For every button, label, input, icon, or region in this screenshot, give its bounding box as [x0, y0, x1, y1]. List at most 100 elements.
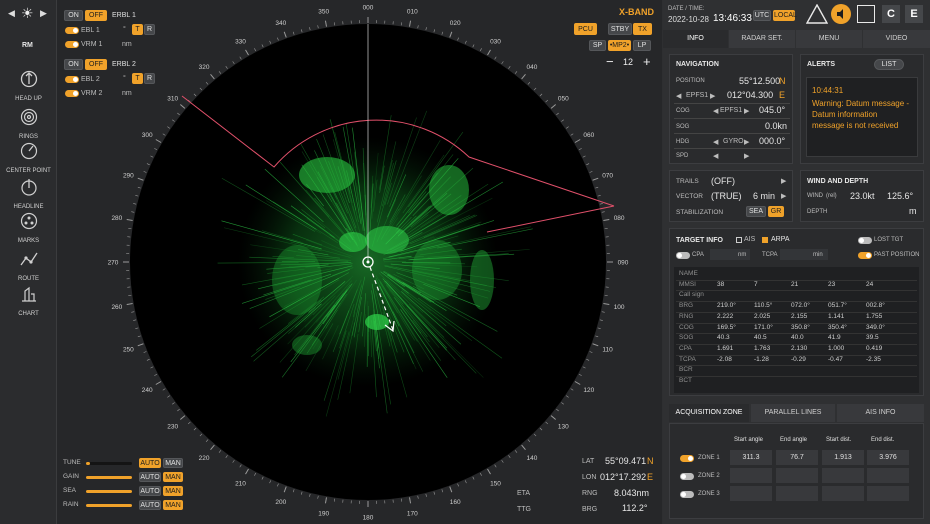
target-cell[interactable]: 1.755 [866, 313, 882, 320]
zone-value-field[interactable]: 1.913 [822, 450, 864, 465]
target-cell[interactable]: 171.0° [754, 324, 773, 331]
zone-toggle[interactable] [680, 491, 694, 498]
long-pulse-button[interactable]: LP [633, 40, 651, 51]
hdg-next-icon[interactable]: ▶ [744, 138, 749, 146]
alarm-triangle-icon[interactable] [806, 4, 828, 24]
zone-value-field[interactable] [867, 486, 909, 501]
target-cell[interactable]: 2.130 [791, 345, 807, 352]
target-cell[interactable]: 21 [791, 281, 798, 288]
mute-button[interactable] [831, 4, 851, 24]
tab-video[interactable]: VIDEO [863, 30, 930, 48]
target-cell[interactable]: 002.8° [866, 302, 885, 309]
target-cell[interactable]: -0.47 [828, 356, 843, 363]
cog-next-icon[interactable]: ▶ [744, 107, 749, 115]
manual-button[interactable]: MAN [163, 500, 183, 510]
target-cell[interactable]: -1.28 [754, 356, 769, 363]
target-cell[interactable]: 39.5 [866, 334, 879, 341]
target-cell[interactable]: 219.0° [717, 302, 736, 309]
target-cell[interactable]: 350.4° [828, 324, 847, 331]
auto-button[interactable]: AUTO [139, 458, 161, 468]
range-increase-button[interactable]: + [643, 54, 651, 69]
alerts-list-button[interactable]: LIST [874, 59, 904, 70]
stab-ground-button[interactable]: GR [768, 206, 784, 217]
epfs-next-icon[interactable]: ▶ [710, 92, 715, 100]
past-position-toggle[interactable] [858, 252, 872, 259]
target-cell[interactable]: 1.691 [717, 345, 733, 352]
tab-acquisition-zone[interactable]: ACQUISITION ZONE [669, 404, 749, 422]
zone-value-field[interactable] [776, 486, 818, 501]
transmit-button[interactable]: TX [633, 23, 652, 35]
target-cell[interactable]: -0.29 [791, 356, 806, 363]
e-button[interactable]: E [905, 5, 923, 23]
ebl1-true-button[interactable]: T [132, 24, 143, 35]
center-point-button[interactable]: CENTER POINT [0, 142, 57, 174]
hdg-prev-icon[interactable]: ◀ [713, 138, 718, 146]
ebl2-relative-button[interactable]: R [144, 73, 155, 84]
manual-button[interactable]: MAN [163, 472, 183, 482]
target-cell[interactable]: 40.0 [791, 334, 804, 341]
spd-prev-icon[interactable]: ◀ [713, 152, 718, 160]
target-cell[interactable]: 23 [828, 281, 835, 288]
zone-value-field[interactable]: 76.7 [776, 450, 818, 465]
target-cell[interactable]: 41.9 [828, 334, 841, 341]
cog-prev-icon[interactable]: ◀ [713, 107, 718, 115]
range-mode-label[interactable]: RM [22, 42, 33, 49]
auto-button[interactable]: AUTO [139, 500, 161, 510]
pcu-button[interactable]: PCU [574, 23, 597, 35]
spd-next-icon[interactable]: ▶ [744, 152, 749, 160]
tab-radar-settings[interactable]: RADAR SET. [729, 30, 795, 48]
chevron-left-icon[interactable]: ◀ [8, 8, 15, 19]
brightness-control[interactable]: ◀ ☀ ▶ [8, 5, 50, 22]
headline-button[interactable]: HEADLINE [0, 178, 57, 210]
tab-parallel-lines[interactable]: PARALLEL LINES [751, 404, 835, 422]
target-cell[interactable]: 051.7° [828, 302, 847, 309]
ais-checkbox[interactable] [736, 237, 742, 243]
erbl1-on-button[interactable]: ON [64, 10, 83, 21]
trails-next-icon[interactable]: ▶ [781, 177, 786, 185]
target-cell[interactable]: -2.35 [866, 356, 881, 363]
tab-info[interactable]: INFO [663, 30, 728, 48]
erbl2-on-button[interactable]: ON [64, 59, 83, 70]
target-cell[interactable]: 1.000 [828, 345, 844, 352]
target-cell[interactable]: 24 [866, 281, 873, 288]
range-decrease-button[interactable]: − [606, 54, 614, 69]
ebl1-relative-button[interactable]: R [144, 24, 155, 35]
standby-button[interactable]: STBY [608, 23, 632, 35]
target-cell[interactable]: 1.763 [754, 345, 770, 352]
head-up-button[interactable]: HEAD UP [0, 70, 57, 102]
target-cell[interactable]: 2.025 [754, 313, 770, 320]
auto-button[interactable]: AUTO [139, 486, 161, 496]
arpa-checkbox[interactable] [762, 237, 768, 243]
tab-menu[interactable]: MENU [796, 30, 862, 48]
vector-next-icon[interactable]: ▶ [781, 192, 786, 200]
rings-button[interactable]: RINGS [0, 108, 57, 140]
manual-button[interactable]: MAN [163, 486, 183, 496]
local-button[interactable]: LOCAL [773, 10, 797, 21]
target-cell[interactable]: 38 [717, 281, 724, 288]
zone-value-field[interactable] [730, 468, 772, 483]
radar-display[interactable]: 000 010 020 030 040 050 060 070 080 090 100 110 120 1… [57, 0, 662, 524]
marks-button[interactable]: MARKS [0, 212, 57, 244]
erbl2-off-button[interactable]: OFF [85, 59, 107, 70]
tab-ais-info[interactable]: AIS INFO [837, 404, 924, 422]
zone-value-field[interactable]: 3.976 [867, 450, 909, 465]
target-cell[interactable]: 7 [754, 281, 758, 288]
lost-target-toggle[interactable] [858, 237, 872, 244]
erbl1-off-button[interactable]: OFF [85, 10, 107, 21]
short-pulse-button[interactable]: SP [589, 40, 606, 51]
chart-button[interactable]: CHART [0, 285, 57, 317]
c-button[interactable]: C [882, 5, 900, 23]
zone-value-field[interactable]: 311.3 [730, 450, 772, 465]
medium-pulse-button[interactable]: •MP2• [608, 40, 631, 51]
epfs-prev-icon[interactable]: ◀ [676, 92, 681, 100]
manual-button[interactable]: MAN [163, 458, 183, 468]
target-cell[interactable]: 1.141 [828, 313, 844, 320]
zone-value-field[interactable] [867, 468, 909, 483]
zone-value-field[interactable] [730, 486, 772, 501]
alert-message-box[interactable]: 10:44:31 Warning: Datum message - Datum … [806, 77, 918, 157]
cpa-toggle[interactable] [676, 252, 690, 259]
zone-value-field[interactable] [822, 468, 864, 483]
target-cell[interactable]: 110.5° [754, 302, 772, 309]
target-cell[interactable]: 072.0° [791, 302, 810, 309]
target-cell[interactable]: 350.8° [791, 324, 810, 331]
